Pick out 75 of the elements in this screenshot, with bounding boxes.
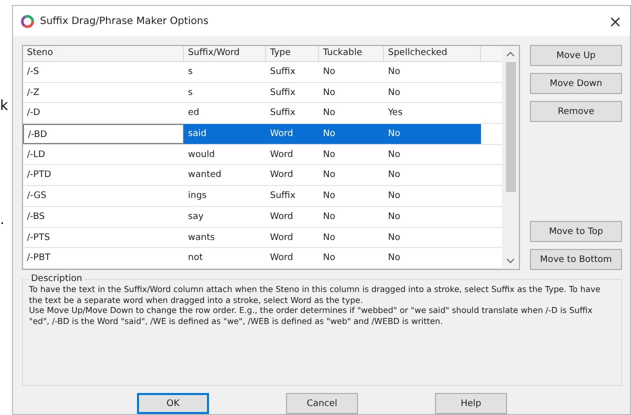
table-cell[interactable]: /-PBT	[23, 248, 184, 268]
table-cell[interactable]: No	[319, 165, 384, 186]
table-cell[interactable]: Suffix	[266, 82, 319, 102]
table-cell[interactable]: No	[319, 228, 384, 248]
table-cell[interactable]: No	[319, 62, 384, 82]
table-cell[interactable]: Yes	[384, 103, 481, 123]
table-cell[interactable]: Suffix	[266, 103, 319, 123]
scrollbar[interactable]	[502, 46, 519, 269]
table-cell[interactable]: s	[184, 62, 266, 82]
table-cell[interactable]: /-D	[23, 103, 184, 123]
table-cell[interactable]: No	[384, 144, 481, 164]
group-label: Description	[30, 274, 84, 284]
column-header[interactable]: Type	[266, 46, 319, 61]
table-cell[interactable]: No	[319, 124, 384, 144]
table-cell[interactable]: /-GS	[23, 186, 184, 206]
column-header[interactable]: Suffix/Word	[184, 46, 266, 61]
table-cell[interactable]: No	[384, 124, 481, 144]
description-text: To have the text in the Suffix/Word column attach when the Steno in this column is dragged into a stroke, select Suffix as the Type. To have the text be a separate word when dragged into a stroke, select Word as the type.	[29, 284, 602, 305]
table-cell[interactable]: No	[319, 248, 384, 268]
app-logo-icon	[21, 14, 34, 28]
table-cell[interactable]: Word	[266, 206, 319, 227]
table-cell[interactable]: would	[184, 144, 266, 164]
side-button[interactable]: Move Down	[530, 73, 622, 94]
table-cell[interactable]: say	[184, 206, 266, 227]
table-cell[interactable]: /-PTD	[23, 165, 184, 186]
side-button[interactable]: Remove	[530, 101, 622, 122]
side-button[interactable]: Move to Top	[530, 221, 622, 242]
table-cell[interactable]: No	[319, 82, 384, 102]
table-cell[interactable]: No	[384, 165, 481, 186]
table-cell[interactable]: /-S	[23, 62, 184, 82]
table-cell[interactable]: No	[319, 206, 384, 227]
table-cell[interactable]: No	[384, 82, 481, 102]
side-button[interactable]: Move Up	[530, 45, 622, 66]
table-cell[interactable]: No	[384, 186, 481, 206]
side-button[interactable]: Move to Bottom	[530, 249, 622, 270]
table-cell[interactable]: not	[184, 248, 266, 268]
table-cell[interactable]: No	[384, 248, 481, 268]
scroll-down-icon[interactable]	[506, 258, 515, 264]
table-cell[interactable]: ings	[184, 186, 266, 206]
description-text: Use Move Up/Move Down to change the row order. E.g., the order determines if "webbed" or "we said" should translate when /-D is Suffix "ed", /-BD is the Word "said", /WE is defined as "we", /WEB is defined as "web" and /WEBD is written.	[29, 305, 594, 326]
table-cell[interactable]: No	[384, 62, 481, 82]
table-cell[interactable]: ed	[184, 103, 266, 123]
table-cell[interactable]: /-Z	[23, 82, 184, 102]
table-cell[interactable]: /-PTS	[23, 228, 184, 248]
scroll-thumb[interactable]	[506, 62, 516, 192]
table-cell[interactable]: wanted	[184, 165, 266, 186]
table-cell[interactable]: Word	[266, 165, 319, 186]
table-cell[interactable]: Word	[266, 248, 319, 268]
column-header[interactable]: Tuckable	[319, 46, 384, 61]
table-cell[interactable]: Word	[266, 144, 319, 164]
dialog-button[interactable]: OK	[137, 393, 209, 414]
table-cell[interactable]: Word	[266, 228, 319, 248]
background-text: k	[0, 98, 8, 114]
table-cell[interactable]: /-BS	[23, 206, 184, 227]
table-cell[interactable]: No	[319, 186, 384, 206]
table-cell[interactable]: wants	[184, 228, 266, 248]
table-cell[interactable]: Suffix	[266, 62, 319, 82]
table-cell[interactable]: /-BD	[23, 124, 184, 144]
dialog-button[interactable]: Help	[435, 393, 507, 414]
table-cell[interactable]: Word	[266, 124, 319, 144]
scroll-up-icon[interactable]	[506, 51, 515, 57]
table-cell[interactable]: No	[319, 103, 384, 123]
table-cell[interactable]: No	[319, 144, 384, 164]
background-text: .	[0, 212, 4, 228]
table-cell[interactable]: s	[184, 82, 266, 102]
window-title: Suffix Drag/Phrase Maker Options	[40, 16, 210, 26]
table-cell[interactable]: No	[384, 206, 481, 227]
close-button[interactable]: ×	[608, 12, 622, 30]
dialog-button[interactable]: Cancel	[286, 393, 358, 414]
table-cell[interactable]: said	[184, 124, 266, 144]
table-cell[interactable]: No	[384, 228, 481, 248]
column-header[interactable]: Steno	[23, 46, 184, 61]
table-cell[interactable]: /-LD	[23, 144, 184, 164]
column-header[interactable]: Spellchecked	[384, 46, 481, 61]
table-cell[interactable]: Suffix	[266, 186, 319, 206]
